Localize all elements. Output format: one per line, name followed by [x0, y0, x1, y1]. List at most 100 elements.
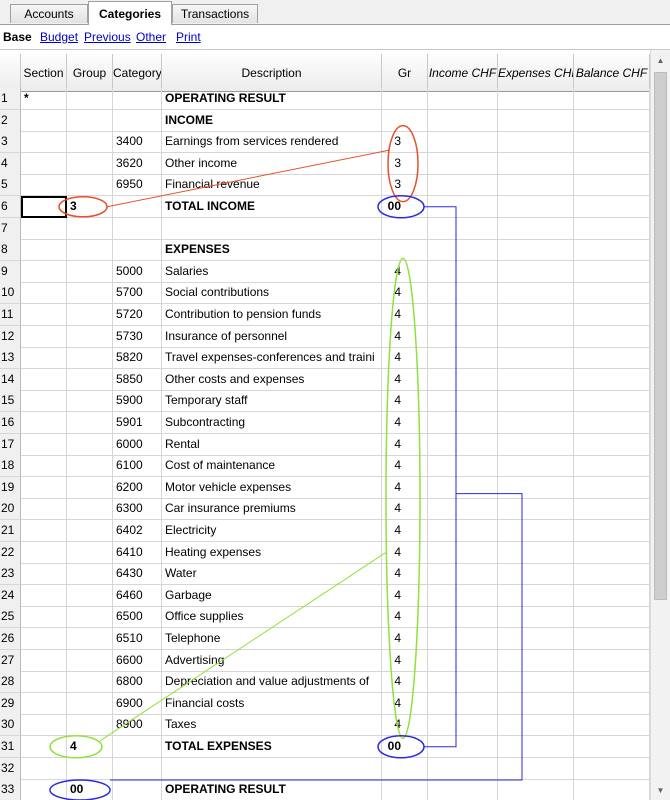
cell-group[interactable] [67, 757, 113, 780]
cell-balance[interactable] [574, 174, 650, 197]
cell-section[interactable] [21, 390, 67, 413]
cell-description[interactable]: EXPENSES [162, 239, 382, 262]
cell-balance[interactable] [574, 412, 650, 434]
cell-group[interactable] [67, 239, 113, 262]
table-row[interactable]: 31 4 TOTAL EXPENSES 00 [0, 736, 650, 758]
cell-income[interactable] [428, 476, 498, 499]
cell-description[interactable]: Earnings from services rendered [162, 131, 382, 154]
cell-category[interactable]: 5730 [113, 325, 162, 348]
cell-expenses[interactable] [498, 433, 574, 456]
cell-income[interactable] [428, 412, 498, 434]
cell-category[interactable]: 6000 [113, 433, 162, 456]
cell-balance[interactable] [574, 563, 650, 586]
cell-gr[interactable] [382, 88, 428, 110]
cell-category[interactable] [113, 757, 162, 780]
cell-income[interactable] [428, 88, 498, 110]
table-row[interactable]: 2 INCOME [0, 109, 650, 132]
cell-balance[interactable] [574, 541, 650, 564]
cell-expenses[interactable] [498, 390, 574, 413]
cell-group[interactable] [67, 692, 113, 715]
cell-section[interactable] [21, 628, 67, 650]
cell-gr[interactable]: 00 [382, 196, 428, 218]
cell-description[interactable]: TOTAL INCOME [162, 196, 382, 218]
table-row[interactable]: 25 6500 Office supplies 4 [0, 606, 650, 629]
cell-income[interactable] [428, 347, 498, 370]
cell-balance[interactable] [574, 606, 650, 629]
cell-balance[interactable] [574, 433, 650, 456]
cell-group[interactable]: 00 [67, 779, 113, 800]
cell-expenses[interactable] [498, 779, 574, 800]
cell-balance[interactable] [574, 217, 650, 240]
table-row[interactable]: 13 5820 Travel expenses-conferences and tr… [0, 347, 650, 370]
cell-gr[interactable]: 4 [382, 649, 428, 672]
cell-section[interactable] [21, 152, 67, 175]
cell-category[interactable] [113, 779, 162, 800]
cell-group[interactable] [67, 498, 113, 521]
cell-expenses[interactable] [498, 628, 574, 650]
table-row[interactable]: 15 5900 Temporary staff 4 [0, 390, 650, 413]
cell-balance[interactable] [574, 757, 650, 780]
cell-gr[interactable] [382, 109, 428, 132]
cell-category[interactable]: 6500 [113, 606, 162, 629]
table-row[interactable]: 1 * OPERATING RESULT [0, 88, 650, 110]
table-row[interactable]: 6 3 TOTAL INCOME 00 [0, 196, 650, 218]
cell-balance[interactable] [574, 304, 650, 326]
table-row[interactable]: 33 00 OPERATING RESULT [0, 779, 650, 800]
cell-group[interactable] [67, 260, 113, 283]
cell-income[interactable] [428, 649, 498, 672]
cell-income[interactable] [428, 541, 498, 564]
cell-category[interactable]: 8900 [113, 714, 162, 737]
cell-section[interactable] [21, 779, 67, 800]
cell-description[interactable]: Office supplies [162, 606, 382, 629]
cell-group[interactable] [67, 88, 113, 110]
cell-description[interactable]: Subcontracting [162, 412, 382, 434]
cell-section[interactable] [21, 131, 67, 154]
table-row[interactable]: 16 5901 Subcontracting 4 [0, 412, 650, 434]
cell-balance[interactable] [574, 282, 650, 305]
table-row[interactable]: 3 3400 Earnings from services rendered 3 [0, 131, 650, 154]
cell-gr[interactable] [382, 779, 428, 800]
cell-group[interactable]: 4 [67, 736, 113, 758]
cell-income[interactable] [428, 368, 498, 391]
cell-group[interactable] [67, 304, 113, 326]
cell-category[interactable]: 5850 [113, 368, 162, 391]
scrollbar-thumb[interactable] [654, 72, 667, 600]
cell-income[interactable] [428, 563, 498, 586]
cell-expenses[interactable] [498, 88, 574, 110]
cell-category[interactable]: 6100 [113, 455, 162, 478]
cell-balance[interactable] [574, 109, 650, 132]
cell-income[interactable] [428, 779, 498, 800]
cell-gr[interactable]: 4 [382, 390, 428, 413]
scroll-down-arrow-icon[interactable]: ▼ [651, 784, 670, 798]
cell-description[interactable]: Garbage [162, 584, 382, 607]
cell-section[interactable] [21, 541, 67, 564]
cell-income[interactable] [428, 584, 498, 607]
cell-balance[interactable] [574, 260, 650, 283]
table-row[interactable]: 19 6200 Motor vehicle expenses 4 [0, 476, 650, 499]
cell-group[interactable] [67, 282, 113, 305]
cell-section[interactable]: * [21, 88, 67, 110]
cell-description[interactable]: Cost of maintenance [162, 455, 382, 478]
table-row[interactable]: 26 6510 Telephone 4 [0, 628, 650, 650]
cell-balance[interactable] [574, 779, 650, 800]
cell-description[interactable]: OPERATING RESULT [162, 88, 382, 110]
table-row[interactable]: 21 6402 Electricity 4 [0, 520, 650, 542]
cell-category[interactable]: 5901 [113, 412, 162, 434]
cell-income[interactable] [428, 390, 498, 413]
table-row[interactable]: 9 5000 Salaries 4 [0, 260, 650, 283]
cell-expenses[interactable] [498, 649, 574, 672]
cell-description[interactable]: Depreciation and value adjustments of [162, 671, 382, 694]
cell-category[interactable]: 5700 [113, 282, 162, 305]
cell-description[interactable]: Temporary staff [162, 390, 382, 413]
cell-balance[interactable] [574, 196, 650, 218]
cell-gr[interactable]: 4 [382, 282, 428, 305]
cell-description[interactable]: TOTAL EXPENSES [162, 736, 382, 758]
cell-category[interactable]: 6510 [113, 628, 162, 650]
scroll-up-arrow-icon[interactable]: ▲ [651, 54, 670, 68]
header-gr[interactable]: Gr [382, 54, 428, 92]
cell-expenses[interactable] [498, 498, 574, 521]
cell-group[interactable]: 3 [67, 196, 113, 218]
header-section[interactable]: Section [21, 54, 67, 92]
cell-description[interactable]: Insurance of personnel [162, 325, 382, 348]
cell-expenses[interactable] [498, 325, 574, 348]
